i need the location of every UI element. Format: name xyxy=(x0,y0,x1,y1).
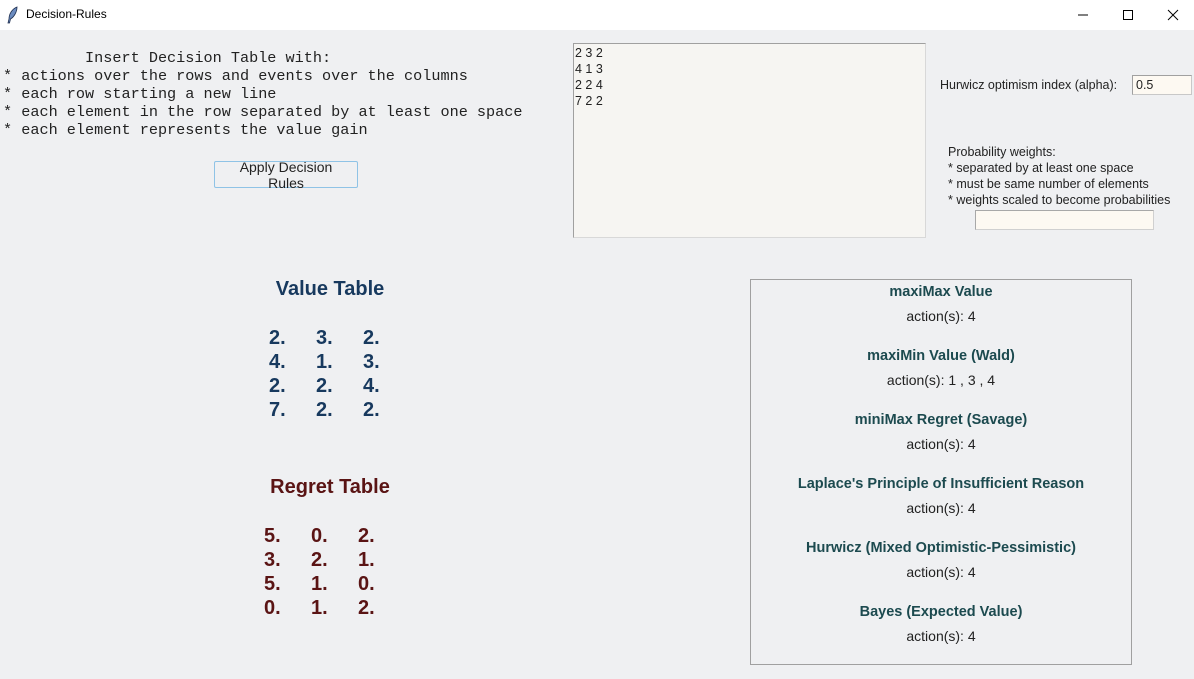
instruction-line: * each element represents the value gain xyxy=(3,121,368,139)
instructions-heading: Insert Decision Table with: xyxy=(3,49,332,67)
probability-rule: * weights scaled to become probabilities xyxy=(948,193,1171,207)
rule-name: maxiMin Value (Wald) xyxy=(867,348,1015,364)
rule-actions: action(s): 4 xyxy=(906,500,976,516)
regret-cell: 3. xyxy=(264,549,281,571)
result-maximax: maxiMax Value action(s): 4 xyxy=(751,282,1131,326)
decision-results-panel: maxiMax Value action(s): 4 maxiMin Value… xyxy=(750,279,1132,665)
instruction-line: * actions over the rows and events over … xyxy=(3,67,468,85)
regret-cell: 0. xyxy=(311,525,328,547)
minimize-button[interactable] xyxy=(1060,0,1106,30)
regret-cell: 5. xyxy=(264,525,281,547)
value-cell: 2. xyxy=(269,375,286,397)
rule-name: maxiMax Value xyxy=(889,284,993,300)
regret-cell: 0. xyxy=(264,597,281,619)
value-cell: 3. xyxy=(363,351,380,373)
window-title: Decision-Rules xyxy=(26,7,107,21)
rule-name: Laplace's Principle of Insufficient Reas… xyxy=(797,476,1085,492)
instruction-line: * each row starting a new line xyxy=(3,85,277,103)
rule-name: Hurwicz (Mixed Optimistic-Pessimistic) xyxy=(806,540,1076,556)
probability-rule: * separated by at least one space xyxy=(948,161,1134,175)
hurwicz-alpha-input[interactable] xyxy=(1132,75,1192,95)
rule-name: miniMax Regret (Savage) xyxy=(854,412,1028,428)
result-minimax-regret: miniMax Regret (Savage) action(s): 4 xyxy=(751,410,1131,454)
regret-cell: 0. xyxy=(358,573,375,595)
result-laplace: Laplace's Principle of Insufficient Reas… xyxy=(751,474,1131,518)
maximize-icon xyxy=(1123,10,1133,20)
value-cell: 2. xyxy=(269,327,286,349)
regret-cell: 2. xyxy=(358,597,375,619)
rule-actions: action(s): 4 xyxy=(906,628,976,644)
regret-table: 5. 0. 2. 3. 2. 1. 5. 1. 0. 0. 1. 2. xyxy=(264,524,405,620)
decision-table-input[interactable]: 2 3 2 4 1 3 2 2 4 7 2 2 xyxy=(573,43,926,238)
regret-cell: 1. xyxy=(311,597,328,619)
rule-actions: action(s): 4 xyxy=(906,436,976,452)
value-table: 2. 3. 2. 4. 1. 3. 2. 2. 4. 7. 2. 2. xyxy=(269,326,410,422)
probability-rule: * must be same number of elements xyxy=(948,177,1149,191)
value-cell: 1. xyxy=(316,351,333,373)
regret-cell: 2. xyxy=(311,549,328,571)
value-cell: 2. xyxy=(316,399,333,421)
feather-icon xyxy=(6,6,20,24)
rule-actions: action(s): 4 xyxy=(906,564,976,580)
apply-decision-rules-button[interactable]: Apply Decision Rules xyxy=(214,159,358,191)
close-button[interactable] xyxy=(1150,0,1194,30)
rule-actions: action(s): 1 , 3 , 4 xyxy=(886,372,996,388)
result-hurwicz: Hurwicz (Mixed Optimistic-Pessimistic) a… xyxy=(751,538,1131,582)
value-cell: 2. xyxy=(363,399,380,421)
hurwicz-alpha-label: Hurwicz optimism index (alpha): xyxy=(940,78,1118,92)
regret-cell: 5. xyxy=(264,573,281,595)
minimize-icon xyxy=(1078,14,1088,16)
regret-cell: 2. xyxy=(358,525,375,547)
value-cell: 3. xyxy=(316,327,333,349)
value-cell: 2. xyxy=(316,375,333,397)
regret-cell: 1. xyxy=(311,573,328,595)
instruction-line: * each element in the row separated by a… xyxy=(3,103,523,121)
value-cell: 7. xyxy=(269,399,286,421)
value-cell: 4. xyxy=(363,375,380,397)
probability-weights-help: Probability weights: * separated by at le… xyxy=(948,144,1170,208)
value-table-title: Value Table xyxy=(275,278,385,300)
rule-actions: action(s): 4 xyxy=(906,308,976,324)
value-cell: 2. xyxy=(363,327,380,349)
regret-cell: 1. xyxy=(358,549,375,571)
probability-heading: Probability weights: xyxy=(948,145,1056,159)
title-bar: Decision-Rules xyxy=(0,0,1194,30)
result-bayes: Bayes (Expected Value) action(s): 4 xyxy=(751,602,1131,646)
rule-name: Bayes (Expected Value) xyxy=(859,604,1023,620)
close-icon xyxy=(1167,9,1179,21)
regret-table-title: Regret Table xyxy=(270,476,390,498)
result-maximin: maxiMin Value (Wald) action(s): 1 , 3 , … xyxy=(751,346,1131,390)
maximize-button[interactable] xyxy=(1105,0,1151,30)
value-cell: 4. xyxy=(269,351,286,373)
probability-weights-input[interactable] xyxy=(975,210,1154,230)
instructions-text: Insert Decision Table with: * actions ove… xyxy=(3,49,523,139)
